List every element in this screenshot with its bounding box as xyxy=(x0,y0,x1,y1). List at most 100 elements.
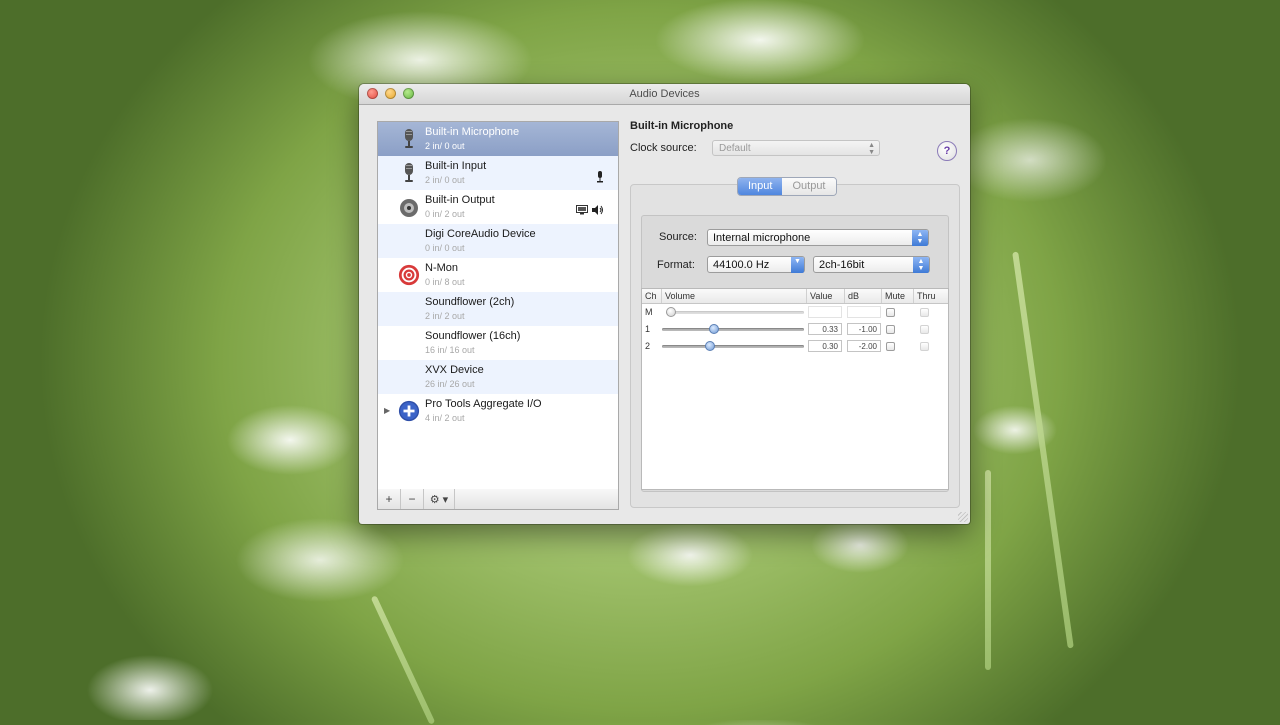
tab-output[interactable]: Output xyxy=(782,178,836,195)
channel-label: 1 xyxy=(645,324,651,334)
minimize-button[interactable] xyxy=(385,88,396,99)
chevron-updown-icon: ▲ ▼ xyxy=(912,230,928,246)
device-row-built-in-input[interactable]: Built-in Input 2 in/ 0 out xyxy=(378,156,618,190)
clock-source-select[interactable]: Default ▲ ▼ xyxy=(712,140,880,156)
device-io: 2 in/ 0 out xyxy=(425,141,465,151)
resize-grip-icon[interactable] xyxy=(958,512,968,522)
column-header-mute: Mute xyxy=(882,289,914,303)
gear-menu-button[interactable]: ⚙ ▾ xyxy=(424,489,455,509)
device-row-soundflower-2ch[interactable]: Soundflower (2ch) 2 in/ 2 out xyxy=(378,292,618,326)
thru-checkbox xyxy=(920,325,929,334)
remove-device-button[interactable]: − xyxy=(401,489,424,509)
volume-slider-knob[interactable] xyxy=(704,341,715,351)
column-header-value: Value xyxy=(807,289,845,303)
mute-checkbox[interactable] xyxy=(886,308,895,317)
speaker-icon xyxy=(398,196,420,218)
device-row-n-mon[interactable]: N-Mon 0 in/ 8 out xyxy=(378,258,618,292)
value-field xyxy=(808,306,842,318)
device-name: Pro Tools Aggregate I/O xyxy=(425,398,542,410)
device-list[interactable]: Built-in Microphone 2 in/ 0 out Built-in… xyxy=(377,121,619,491)
format-label: Format: xyxy=(657,259,695,271)
source-select[interactable]: Internal microphone ▲ ▼ xyxy=(707,229,929,246)
chevron-updown-icon: ▲ ▼ xyxy=(868,142,875,156)
device-name: N-Mon xyxy=(425,262,459,274)
background-stem xyxy=(370,595,436,725)
device-row-xvx[interactable]: XVX Device 26 in/ 26 out xyxy=(378,360,618,394)
column-header-volume: Volume xyxy=(662,289,807,303)
zoom-button[interactable] xyxy=(403,88,414,99)
device-row-pro-tools-aggregate[interactable]: ▶ Pro Tools Aggregate I/O 4 in/ 2 out xyxy=(378,394,618,428)
title-bar[interactable]: Audio Devices xyxy=(359,84,970,105)
device-io: 2 in/ 0 out xyxy=(425,175,465,185)
source-label: Source: xyxy=(659,231,697,243)
add-device-button[interactable]: + xyxy=(378,489,401,509)
volume-slider-track[interactable] xyxy=(662,345,804,348)
device-name: XVX Device xyxy=(425,364,484,376)
device-io: 16 in/ 16 out xyxy=(425,345,475,355)
input-output-tabs: Input Output xyxy=(737,177,837,196)
device-name: Digi CoreAudio Device xyxy=(425,228,536,240)
volume-slider-track xyxy=(666,311,804,314)
table-header: Ch Volume Value dB Mute Thru xyxy=(642,289,948,304)
chevron-down-icon: ▼ xyxy=(791,257,804,273)
device-list-toolbar: + − ⚙ ▾ xyxy=(377,489,619,510)
window-title: Audio Devices xyxy=(629,88,700,100)
column-header-ch: Ch xyxy=(642,289,662,303)
device-name: Built-in Output xyxy=(425,194,495,206)
bit-depth-select[interactable]: 2ch-16bit ▲ ▼ xyxy=(813,256,930,273)
tab-input[interactable]: Input xyxy=(738,178,783,195)
channel-volume-table: Ch Volume Value dB Mute Thru M 1 0.33 -1… xyxy=(641,288,949,490)
target-icon xyxy=(398,264,420,286)
output-status-icons xyxy=(576,205,604,218)
table-row: 2 0.30 -2.00 xyxy=(642,338,948,355)
aggregate-plus-icon xyxy=(398,400,420,422)
clock-source-value: Default xyxy=(719,143,751,154)
disclosure-triangle-icon[interactable]: ▶ xyxy=(384,406,390,415)
chevron-updown-icon: ▲ ▼ xyxy=(913,257,929,273)
value-field[interactable]: 0.30 xyxy=(808,340,842,352)
sample-rate-value: 44100.0 Hz xyxy=(713,259,770,271)
device-row-soundflower-16ch[interactable]: Soundflower (16ch) 16 in/ 16 out xyxy=(378,326,618,360)
help-button[interactable]: ? xyxy=(937,141,957,161)
volume-slider-knob[interactable] xyxy=(708,324,719,334)
volume-slider-track[interactable] xyxy=(662,328,804,331)
device-name: Built-in Microphone xyxy=(425,126,520,138)
background-stem xyxy=(1012,251,1074,649)
close-button[interactable] xyxy=(367,88,378,99)
clock-source-label: Clock source: xyxy=(630,142,697,154)
channel-label: M xyxy=(645,307,653,317)
column-header-db: dB xyxy=(845,289,882,303)
db-field xyxy=(847,306,881,318)
input-mic-icon xyxy=(596,171,604,183)
volume-slider-knob xyxy=(666,307,676,317)
table-row: M xyxy=(642,304,948,321)
device-name: Built-in Input xyxy=(425,160,487,172)
table-row: 1 0.33 -1.00 xyxy=(642,321,948,338)
device-name: Soundflower (2ch) xyxy=(425,296,515,308)
device-row-built-in-microphone[interactable]: Built-in Microphone 2 in/ 0 out xyxy=(378,122,618,156)
thru-checkbox xyxy=(920,308,929,317)
column-header-thru: Thru xyxy=(914,289,948,303)
volume-icon xyxy=(592,205,604,218)
device-io: 4 in/ 2 out xyxy=(425,413,465,423)
mute-checkbox[interactable] xyxy=(886,342,895,351)
window-controls xyxy=(367,88,414,99)
bit-depth-value: 2ch-16bit xyxy=(819,259,865,271)
value-field[interactable]: 0.33 xyxy=(808,323,842,335)
device-io: 0 in/ 8 out xyxy=(425,277,465,287)
microphone-icon xyxy=(398,162,420,184)
background-stem xyxy=(985,470,991,670)
device-row-built-in-output[interactable]: Built-in Output 0 in/ 2 out xyxy=(378,190,618,224)
sample-rate-select[interactable]: 44100.0 Hz ▼ xyxy=(707,256,805,273)
selected-device-title: Built-in Microphone xyxy=(630,120,734,132)
device-row-digi-coreaudio[interactable]: Digi CoreAudio Device 0 in/ 0 out xyxy=(378,224,618,258)
mute-checkbox[interactable] xyxy=(886,325,895,334)
db-field[interactable]: -1.00 xyxy=(847,323,881,335)
device-name: Soundflower (16ch) xyxy=(425,330,521,342)
thru-checkbox xyxy=(920,342,929,351)
device-io: 0 in/ 2 out xyxy=(425,209,465,219)
device-io: 26 in/ 26 out xyxy=(425,379,475,389)
audio-devices-window: Audio Devices Built-in Microphone 2 in/ … xyxy=(359,84,970,524)
db-field[interactable]: -2.00 xyxy=(847,340,881,352)
device-io: 2 in/ 2 out xyxy=(425,311,465,321)
